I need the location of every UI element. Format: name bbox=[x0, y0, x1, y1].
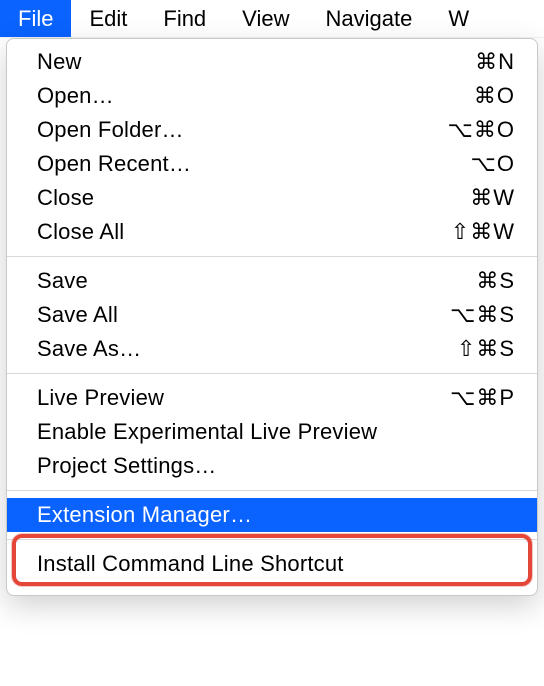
menu-item-enable-experimental-live-preview[interactable]: Enable Experimental Live Preview bbox=[7, 415, 537, 449]
menu-item-shortcut: ⌥O bbox=[471, 151, 515, 177]
menu-item-label: Open Folder… bbox=[37, 117, 184, 143]
menu-item-label: New bbox=[37, 49, 82, 75]
menu-item-shortcut: ⌘N bbox=[475, 49, 515, 75]
menu-item-label: Close bbox=[37, 185, 94, 211]
menubar-item-edit[interactable]: Edit bbox=[71, 0, 145, 37]
menu-item-label: Save As… bbox=[37, 336, 141, 362]
menubar-item-file[interactable]: File bbox=[0, 0, 71, 37]
menubar-label: View bbox=[242, 6, 289, 32]
menubar-item-truncated[interactable]: W bbox=[430, 0, 487, 37]
menu-item-shortcut: ⇧⌘S bbox=[457, 336, 515, 362]
menu-item-label: Live Preview bbox=[37, 385, 164, 411]
menu-item-shortcut: ⌘O bbox=[474, 83, 515, 109]
menu-item-label: Extension Manager… bbox=[37, 502, 252, 528]
menu-item-close[interactable]: Close ⌘W bbox=[7, 181, 537, 215]
menu-item-open-recent[interactable]: Open Recent… ⌥O bbox=[7, 147, 537, 181]
menu-item-label: Open… bbox=[37, 83, 114, 109]
menu-item-install-command-line-shortcut[interactable]: Install Command Line Shortcut bbox=[7, 547, 537, 581]
menubar-item-view[interactable]: View bbox=[224, 0, 307, 37]
menu-item-extension-manager[interactable]: Extension Manager… bbox=[7, 498, 537, 532]
menu-item-shortcut: ⌘W bbox=[470, 185, 515, 211]
menu-item-close-all[interactable]: Close All ⇧⌘W bbox=[7, 215, 537, 249]
menu-item-label: Save All bbox=[37, 302, 118, 328]
menubar: File Edit Find View Navigate W bbox=[0, 0, 544, 38]
menubar-item-navigate[interactable]: Navigate bbox=[307, 0, 430, 37]
menu-item-shortcut: ⇧⌘W bbox=[451, 219, 515, 245]
menu-item-save[interactable]: Save ⌘S bbox=[7, 264, 537, 298]
menu-item-label: Close All bbox=[37, 219, 124, 245]
menu-item-label: Project Settings… bbox=[37, 453, 216, 479]
menu-item-label: Enable Experimental Live Preview bbox=[37, 419, 377, 445]
menu-item-live-preview[interactable]: Live Preview ⌥⌘P bbox=[7, 381, 537, 415]
menubar-label: W bbox=[448, 6, 469, 32]
menubar-label: Navigate bbox=[325, 6, 412, 32]
menu-item-open-folder[interactable]: Open Folder… ⌥⌘O bbox=[7, 113, 537, 147]
menu-item-label: Save bbox=[37, 268, 88, 294]
menu-item-shortcut: ⌥⌘O bbox=[448, 117, 515, 143]
menubar-item-find[interactable]: Find bbox=[145, 0, 224, 37]
menu-item-shortcut: ⌘S bbox=[476, 268, 515, 294]
menu-item-shortcut: ⌥⌘P bbox=[450, 385, 515, 411]
menu-item-new[interactable]: New ⌘N bbox=[7, 45, 537, 79]
menubar-label: File bbox=[18, 6, 53, 32]
menu-item-project-settings[interactable]: Project Settings… bbox=[7, 449, 537, 483]
menu-item-label: Open Recent… bbox=[37, 151, 191, 177]
menu-item-save-as[interactable]: Save As… ⇧⌘S bbox=[7, 332, 537, 366]
menubar-label: Edit bbox=[89, 6, 127, 32]
menu-separator bbox=[7, 539, 537, 540]
file-menu-dropdown: New ⌘N Open… ⌘O Open Folder… ⌥⌘O Open Re… bbox=[6, 38, 538, 596]
menu-separator bbox=[7, 490, 537, 491]
menu-item-save-all[interactable]: Save All ⌥⌘S bbox=[7, 298, 537, 332]
menu-item-open[interactable]: Open… ⌘O bbox=[7, 79, 537, 113]
menu-separator bbox=[7, 373, 537, 374]
menu-item-label: Install Command Line Shortcut bbox=[37, 551, 344, 577]
menu-item-shortcut: ⌥⌘S bbox=[450, 302, 515, 328]
menubar-label: Find bbox=[163, 6, 206, 32]
menu-separator bbox=[7, 256, 537, 257]
